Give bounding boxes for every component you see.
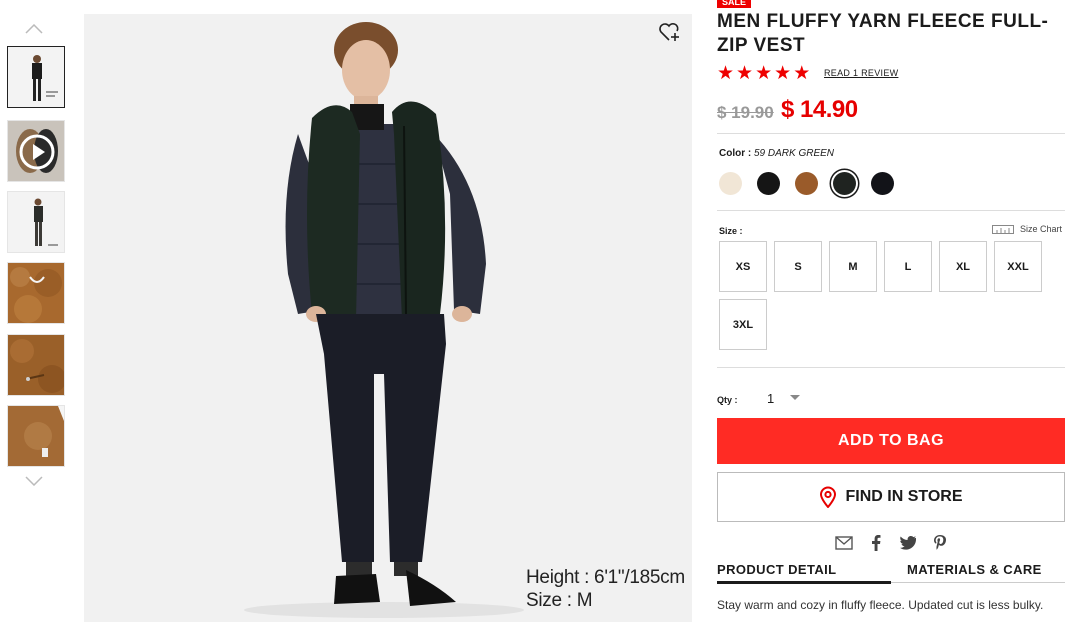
- thumbnail-fleece-detail[interactable]: [7, 405, 65, 467]
- heart-plus-icon[interactable]: [657, 20, 681, 44]
- ruler-icon: [992, 224, 1014, 234]
- chevron-up-icon[interactable]: [24, 22, 44, 36]
- color-swatch-dark-green[interactable]: [833, 172, 856, 195]
- quantity-select[interactable]: 1: [767, 388, 807, 408]
- active-tab-indicator: [717, 581, 891, 584]
- model-caption: Height : 6'1"/185cm Size : M: [526, 566, 685, 612]
- tab-divider: [891, 582, 1065, 583]
- star-icon: ★: [717, 63, 735, 84]
- pinterest-icon[interactable]: [931, 534, 949, 552]
- size-option-l[interactable]: L: [884, 241, 932, 292]
- size-option-xl[interactable]: XL: [939, 241, 987, 292]
- color-swatches: [719, 172, 894, 195]
- color-label: Color : 59 DARK GREEN: [719, 148, 834, 159]
- caret-down-icon: [790, 395, 801, 400]
- color-swatch-off-white[interactable]: [719, 172, 742, 195]
- thumbnail-video[interactable]: [7, 120, 65, 182]
- add-to-bag-button[interactable]: ADD TO BAG: [717, 418, 1065, 464]
- thumbnail-fleece-pocket[interactable]: [7, 334, 65, 396]
- divider: [717, 367, 1065, 368]
- color-swatch-navy[interactable]: [871, 172, 894, 195]
- thumbnail-fleece-collar[interactable]: [7, 262, 65, 324]
- model-illustration: [84, 14, 692, 622]
- read-reviews-link[interactable]: READ 1 REVIEW: [824, 68, 898, 78]
- size-options: XS S M L XL XXL 3XL: [719, 241, 1059, 350]
- facebook-icon[interactable]: [867, 534, 885, 552]
- twitter-icon[interactable]: [899, 534, 917, 552]
- quantity-label: Qty :: [717, 395, 738, 405]
- tab-materials-care[interactable]: MATERIALS & CARE: [907, 562, 1042, 577]
- thumbnail-strip: [0, 0, 70, 631]
- detail-tabs: PRODUCT DETAIL MATERIALS & CARE: [717, 562, 1065, 584]
- find-in-store-label: FIND IN STORE: [845, 488, 963, 505]
- product-main-image: [84, 14, 692, 622]
- size-option-xxl[interactable]: XXL: [994, 241, 1042, 292]
- star-icon: ★: [793, 63, 811, 84]
- mail-icon[interactable]: [835, 534, 853, 552]
- find-in-store-button[interactable]: FIND IN STORE: [717, 472, 1065, 522]
- star-icon: ★: [755, 63, 773, 84]
- model-size-text: Size : M: [526, 590, 593, 611]
- size-option-m[interactable]: M: [829, 241, 877, 292]
- size-chart-label: Size Chart: [1020, 224, 1063, 234]
- sale-price: $ 14.90: [781, 96, 858, 123]
- divider: [717, 133, 1065, 134]
- product-title: MEN FLUFFY YARN FLEECE FULL-ZIP VEST: [717, 11, 1049, 56]
- size-option-xs[interactable]: XS: [719, 241, 767, 292]
- color-swatch-black[interactable]: [757, 172, 780, 195]
- color-swatch-brown[interactable]: [795, 172, 818, 195]
- star-icon: ★: [736, 63, 754, 84]
- divider: [717, 210, 1065, 211]
- chevron-down-icon[interactable]: [24, 474, 44, 488]
- product-description: Stay warm and cozy in fluffy fleece. Upd…: [717, 598, 1044, 612]
- size-option-s[interactable]: S: [774, 241, 822, 292]
- share-icons: [835, 534, 949, 552]
- location-pin-icon: [820, 486, 837, 508]
- thumbnail-model-side[interactable]: [7, 191, 65, 253]
- color-value: 59 DARK GREEN: [754, 148, 835, 159]
- size-chart-link[interactable]: Size Chart: [992, 224, 1062, 234]
- quantity-value: 1: [767, 390, 775, 406]
- original-price: $ 19.90: [717, 103, 774, 122]
- color-label-text: Color :: [719, 148, 752, 159]
- rating-stars: ★ ★ ★ ★ ★: [717, 63, 811, 84]
- star-icon: ★: [774, 63, 792, 84]
- thumbnail-model-front[interactable]: [7, 46, 65, 108]
- size-label: Size :: [719, 226, 743, 236]
- size-option-3xl[interactable]: 3XL: [719, 299, 767, 350]
- tab-product-detail[interactable]: PRODUCT DETAIL: [717, 562, 836, 577]
- sale-badge: SALE: [717, 0, 752, 8]
- model-height-text: Height : 6'1"/185cm: [526, 567, 685, 588]
